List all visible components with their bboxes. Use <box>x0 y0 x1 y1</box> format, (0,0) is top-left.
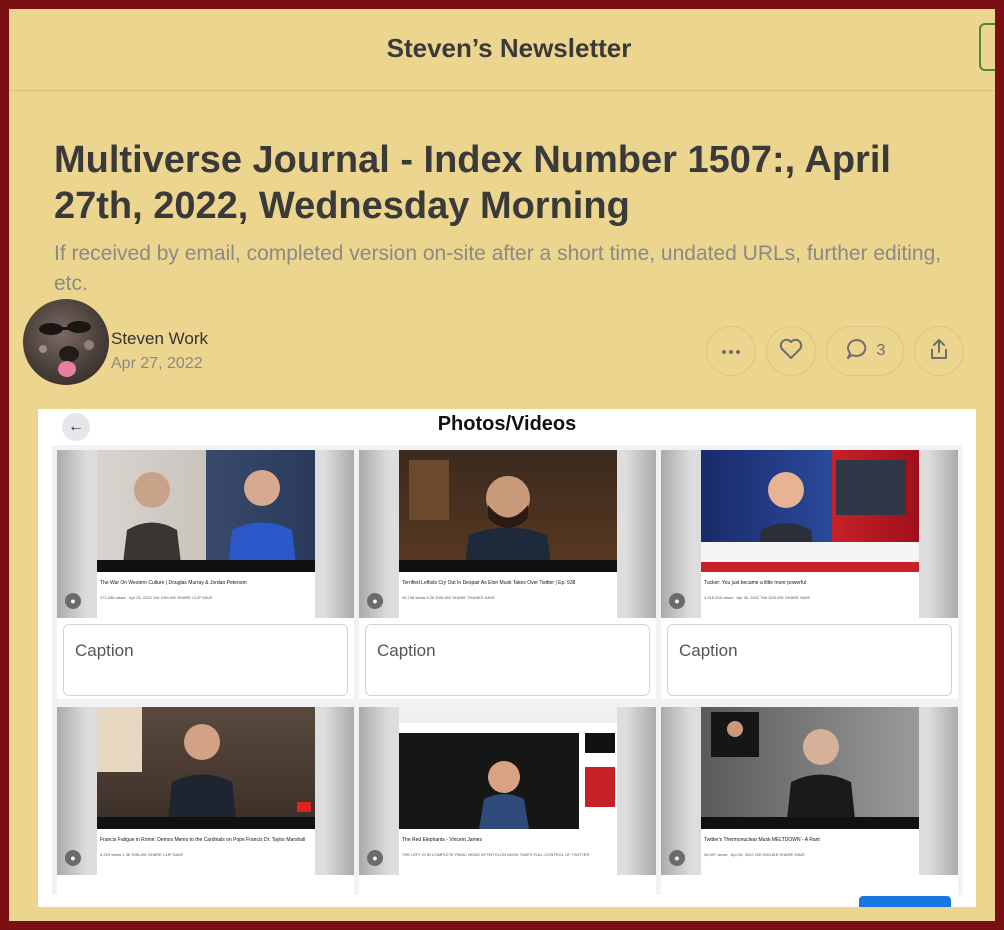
video-screenshot: The War On Western Culture | Douglas Mur… <box>97 450 315 618</box>
newsletter-page: Steven’s Newsletter Multiverse Journal -… <box>9 9 995 921</box>
publication-name[interactable]: Steven’s Newsletter <box>9 33 995 64</box>
post-subtitle: If received by email, completed version … <box>54 242 942 295</box>
photo-thumbnail[interactable]: Francis Fatigue in Rome: Demos Memo to t… <box>57 707 354 875</box>
video-screenshot: Twitter's Thermonuclear Musk MELTDOWN - … <box>701 707 919 875</box>
comment-count: 3 <box>876 342 886 359</box>
photo-card: The Red Elephants - Vincent James THE LE… <box>359 707 656 895</box>
author-name[interactable]: Steven Work <box>111 329 208 349</box>
video-screenshot: Terrified Leftists Cry Out In Despair As… <box>399 450 617 618</box>
video-title: Francis Fatigue in Rome: Demos Memo to t… <box>100 837 306 843</box>
tag-icon[interactable]: ● <box>669 593 685 609</box>
share-icon <box>928 337 950 366</box>
photo-card: Francis Fatigue in Rome: Demos Memo to t… <box>57 707 354 895</box>
embedded-photo-editor: Photos/Videos ← The War On Western Cultu… <box>38 409 976 907</box>
photo-thumbnail[interactable]: The Red Elephants - Vincent James THE LE… <box>359 707 656 875</box>
tag-icon[interactable]: ● <box>367 850 383 866</box>
video-title: The War On Western Culture | Douglas Mur… <box>100 580 247 586</box>
embed-title: Photos/Videos <box>437 413 577 435</box>
caption-input[interactable]: Caption <box>63 624 348 696</box>
video-screenshot: The Red Elephants - Vincent James THE LE… <box>399 707 617 875</box>
comment-icon <box>845 337 869 366</box>
video-screenshot: Tucker: You just became a little more po… <box>701 450 919 618</box>
video-stats: THE LEFT IS IN COMPLETE PANIC MODE AFTER… <box>402 852 590 857</box>
video-title: Twitter's Thermonuclear Musk MELTDOWN - … <box>704 837 820 843</box>
photo-thumbnail[interactable]: Tucker: You just became a little more po… <box>661 450 958 618</box>
caption-placeholder: Caption <box>75 641 134 660</box>
caption-input[interactable]: Caption <box>365 624 650 696</box>
tag-icon[interactable]: ● <box>65 593 81 609</box>
video-stats: 40,738 views 5.2K DISLIKE SHARE THANKS S… <box>402 595 495 600</box>
photo-thumbnail[interactable]: The War On Western Culture | Douglas Mur… <box>57 450 354 618</box>
tag-icon[interactable]: ● <box>669 850 685 866</box>
photo-card: The War On Western Culture | Douglas Mur… <box>57 450 354 699</box>
photo-card: Tucker: You just became a little more po… <box>661 450 958 699</box>
caption-placeholder: Caption <box>377 641 436 660</box>
video-stats: 6,229 views 1.3K DISLIKE SHARE CLIP SAVE <box>100 852 184 857</box>
post-date: Apr 27, 2022 <box>111 355 203 372</box>
ellipsis-icon <box>721 342 741 360</box>
video-title: The Red Elephants - Vincent James <box>402 837 482 843</box>
comments-button[interactable]: 3 <box>826 326 904 376</box>
caption-placeholder: Caption <box>679 641 738 660</box>
photo-grid: The War On Western Culture | Douglas Mur… <box>52 445 963 895</box>
tag-icon[interactable]: ● <box>367 593 383 609</box>
photo-thumbnail[interactable]: Twitter's Thermonuclear Musk MELTDOWN - … <box>661 707 958 875</box>
photo-card: Terrified Leftists Cry Out In Despair As… <box>359 450 656 699</box>
tag-icon[interactable]: ● <box>65 850 81 866</box>
heart-icon <box>779 338 803 365</box>
done-button[interactable] <box>859 896 951 907</box>
author-avatar[interactable] <box>23 299 109 385</box>
photo-card: Twitter's Thermonuclear Musk MELTDOWN - … <box>661 707 958 895</box>
video-stats: 96,597 views · Apr 26, 2022 10K DISLIKE … <box>704 852 805 857</box>
video-screenshot: Francis Fatigue in Rome: Demos Memo to t… <box>97 707 315 875</box>
share-button[interactable] <box>914 326 964 376</box>
more-options-button[interactable] <box>706 326 756 376</box>
caption-input[interactable]: Caption <box>667 624 952 696</box>
video-title: Terrified Leftists Cry Out In Despair As… <box>402 580 576 586</box>
post-title: Multiverse Journal - Index Number 1507:,… <box>54 139 891 227</box>
top-bar: Steven’s Newsletter <box>9 9 995 91</box>
like-button[interactable] <box>766 326 816 376</box>
back-arrow-icon[interactable]: ← <box>62 413 90 441</box>
video-title: Tucker: You just became a little more po… <box>704 580 807 586</box>
video-stats: 1,518,206 views · Apr 26, 2022 76K DISLI… <box>704 595 811 600</box>
video-stats: 272,296 views · Apr 25, 2022 11K DISLIKE… <box>100 595 213 600</box>
photo-thumbnail[interactable]: Terrified Leftists Cry Out In Despair As… <box>359 450 656 618</box>
subscribe-button[interactable] <box>979 23 995 71</box>
